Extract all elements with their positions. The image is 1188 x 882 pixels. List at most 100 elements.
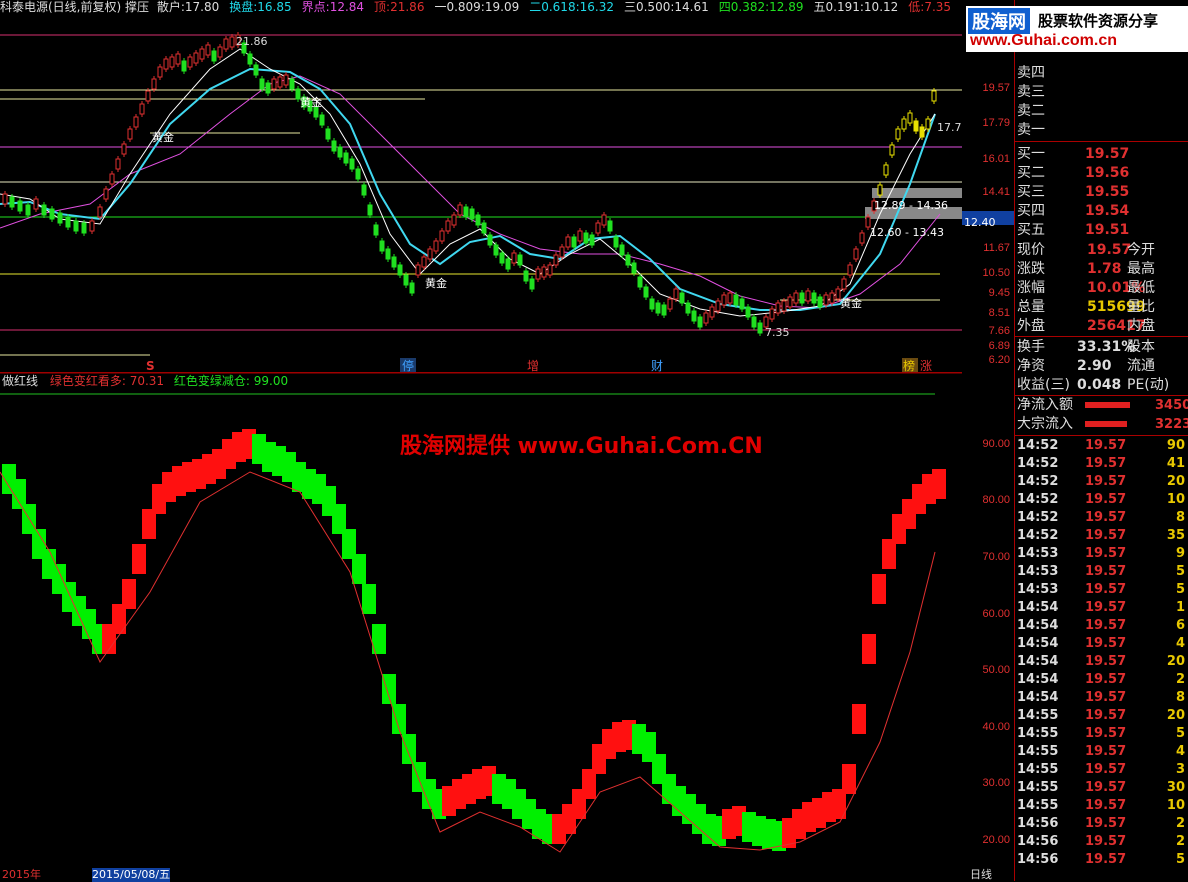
gold-label-2: 黄金 (300, 95, 322, 109)
tick-time: 14:52 (1017, 456, 1059, 471)
range-label-b: 12.60 - 13.43 (870, 226, 944, 239)
buy-level-price: 19.55 (1085, 184, 1130, 200)
stat-row: 涨幅 10.01% 最低 (1017, 279, 1187, 298)
tick-time: 14:55 (1017, 708, 1059, 723)
tick-row: 14:54 19.57 20 (1017, 653, 1187, 671)
stat-label: 净资 (1017, 358, 1045, 374)
flow-label: 大宗流入 (1017, 416, 1073, 432)
tick-row: 14:56 19.57 2 (1017, 815, 1187, 833)
stat-label: 涨跌 (1017, 261, 1045, 277)
sell-row: 卖三 (1017, 83, 1187, 102)
tick-volume: 8 (1175, 510, 1185, 525)
stat-row: 外盘 256417 内盘 (1017, 317, 1187, 336)
stat-label: 总量 (1017, 299, 1045, 315)
tick-price: 19.57 (1085, 600, 1127, 615)
tick-row: 14:55 19.57 10 (1017, 797, 1187, 815)
divider (1015, 141, 1188, 142)
sell-level-label: 卖二 (1017, 103, 1045, 119)
tick-volume: 4 (1175, 744, 1185, 759)
divider (1015, 435, 1188, 436)
header-indicator-7: 四0.382:12.89 (719, 0, 810, 14)
sell-level-label: 卖三 (1017, 84, 1045, 100)
indicator-tick: 50.00 (982, 664, 1010, 676)
quote-panel: 卖四 卖三 卖二 卖一 买一 19.57 买二 19.56 买三 19.55 买四 19.54 买五 19… (1014, 0, 1188, 881)
buy-level-label: 买四 (1017, 203, 1045, 219)
range-label-a: 12.89 - 14.36 (874, 199, 948, 212)
indicator-tick: 80.00 (982, 494, 1010, 506)
tick-price: 19.57 (1085, 528, 1127, 543)
logo-name: 股海网 (968, 8, 1030, 34)
event-label-finance: 财 (651, 359, 663, 373)
tick-row: 14:52 19.57 90 (1017, 437, 1187, 455)
header-indicator-6: 三0.500:14.61 (624, 0, 715, 14)
tick-row: 14:52 19.57 20 (1017, 473, 1187, 491)
tick-price: 19.57 (1085, 708, 1127, 723)
tick-time: 14:55 (1017, 744, 1059, 759)
divider (1015, 336, 1188, 337)
tick-price: 19.57 (1085, 582, 1127, 597)
tick-time: 14:54 (1017, 618, 1059, 633)
tick-row: 14:55 19.57 3 (1017, 761, 1187, 779)
tick-price: 19.57 (1085, 852, 1127, 867)
tick-volume: 2 (1175, 816, 1185, 831)
tick-row: 14:52 19.57 10 (1017, 491, 1187, 509)
watermark-text: 股海网提供 www.Guhai.Com.CN (400, 434, 763, 459)
header-indicator-label: 四0.382: (718, 0, 770, 14)
stat-label-right: 今开 (1127, 242, 1155, 258)
flow-label: 净流入额 (1017, 397, 1073, 413)
header-indicator-value: 16.85 (257, 0, 292, 14)
header-indicator-value: 10.12 (863, 0, 899, 14)
tick-price: 19.57 (1085, 816, 1127, 831)
tick-row: 14:54 19.57 6 (1017, 617, 1187, 635)
tick-volume: 5 (1175, 582, 1185, 597)
indicator-axis: 90.00 80.00 70.00 60.00 50.00 40.00 30.00 20.00 (962, 372, 1014, 881)
header-indicator-8: 五0.191:10.12 (814, 0, 905, 14)
stat-label: 外盘 (1017, 318, 1045, 334)
header-indicator-label: 五0.191: (813, 0, 864, 14)
indicator-tick: 20.00 (982, 834, 1010, 846)
indicator-tick: 90.00 (982, 438, 1010, 450)
buy-row: 买三 19.55 (1017, 183, 1187, 202)
header-indicator-label: 顶: (374, 0, 391, 14)
tick-price: 19.57 (1085, 492, 1127, 507)
sell-row: 卖四 (1017, 64, 1187, 83)
header-indicator-5: 二0.618:16.32 (529, 0, 620, 14)
header-indicator-1: 换盘:16.85 (229, 0, 297, 14)
tick-time: 14:56 (1017, 816, 1059, 831)
sell-level-label: 卖四 (1017, 65, 1045, 81)
indicator-tick: 40.00 (982, 721, 1010, 733)
tick-time: 14:53 (1017, 546, 1059, 561)
tick-volume: 9 (1175, 546, 1185, 561)
price-tick: 16.01 (982, 153, 1010, 165)
header-indicator-4: 一0.809:19.09 (434, 0, 525, 14)
tick-volume: 35 (1166, 528, 1185, 543)
tick-time: 14:52 (1017, 528, 1059, 543)
tick-price: 19.57 (1085, 762, 1127, 777)
header-indicator-label: 换盘: (229, 0, 258, 14)
stock-title: 科泰电源(日线,前复权) 撑压 (0, 0, 149, 14)
stat-label: 收益(三) (1017, 377, 1070, 393)
header-indicator-value: 7.35 (924, 0, 952, 14)
buy-level-label: 买三 (1017, 184, 1045, 200)
tick-price: 19.57 (1085, 474, 1127, 489)
kline-chart[interactable]: 21.86 7.35 17.79 黄金 黄金 黄金 黄金 12.89 - 14.… (0, 14, 962, 374)
date-axis: 2015年 2015/05/08/五 (2, 868, 171, 882)
tick-price: 19.57 (1085, 456, 1127, 471)
tick-volume: 1 (1175, 600, 1185, 615)
stat-value: 2.90 (1077, 358, 1112, 374)
tick-time: 14:54 (1017, 600, 1059, 615)
header-indicator-label: 界点: (301, 0, 330, 14)
tick-time: 14:53 (1017, 564, 1059, 579)
period-label: 日线 (970, 868, 992, 881)
tick-time: 14:56 (1017, 852, 1059, 867)
tick-price: 19.57 (1085, 564, 1127, 579)
flow-row: 净流入额 3450 (1017, 396, 1188, 415)
tick-price: 19.57 (1085, 510, 1127, 525)
header-indicator-value: 19.09 (484, 0, 520, 14)
stat-label-right: 流通 (1127, 358, 1155, 374)
high-price-label: 21.86 (236, 35, 268, 48)
tick-row: 14:54 19.57 2 (1017, 671, 1187, 689)
tick-time: 14:54 (1017, 690, 1059, 705)
price-tick: 14.41 (982, 186, 1010, 198)
tick-volume: 5 (1175, 564, 1185, 579)
